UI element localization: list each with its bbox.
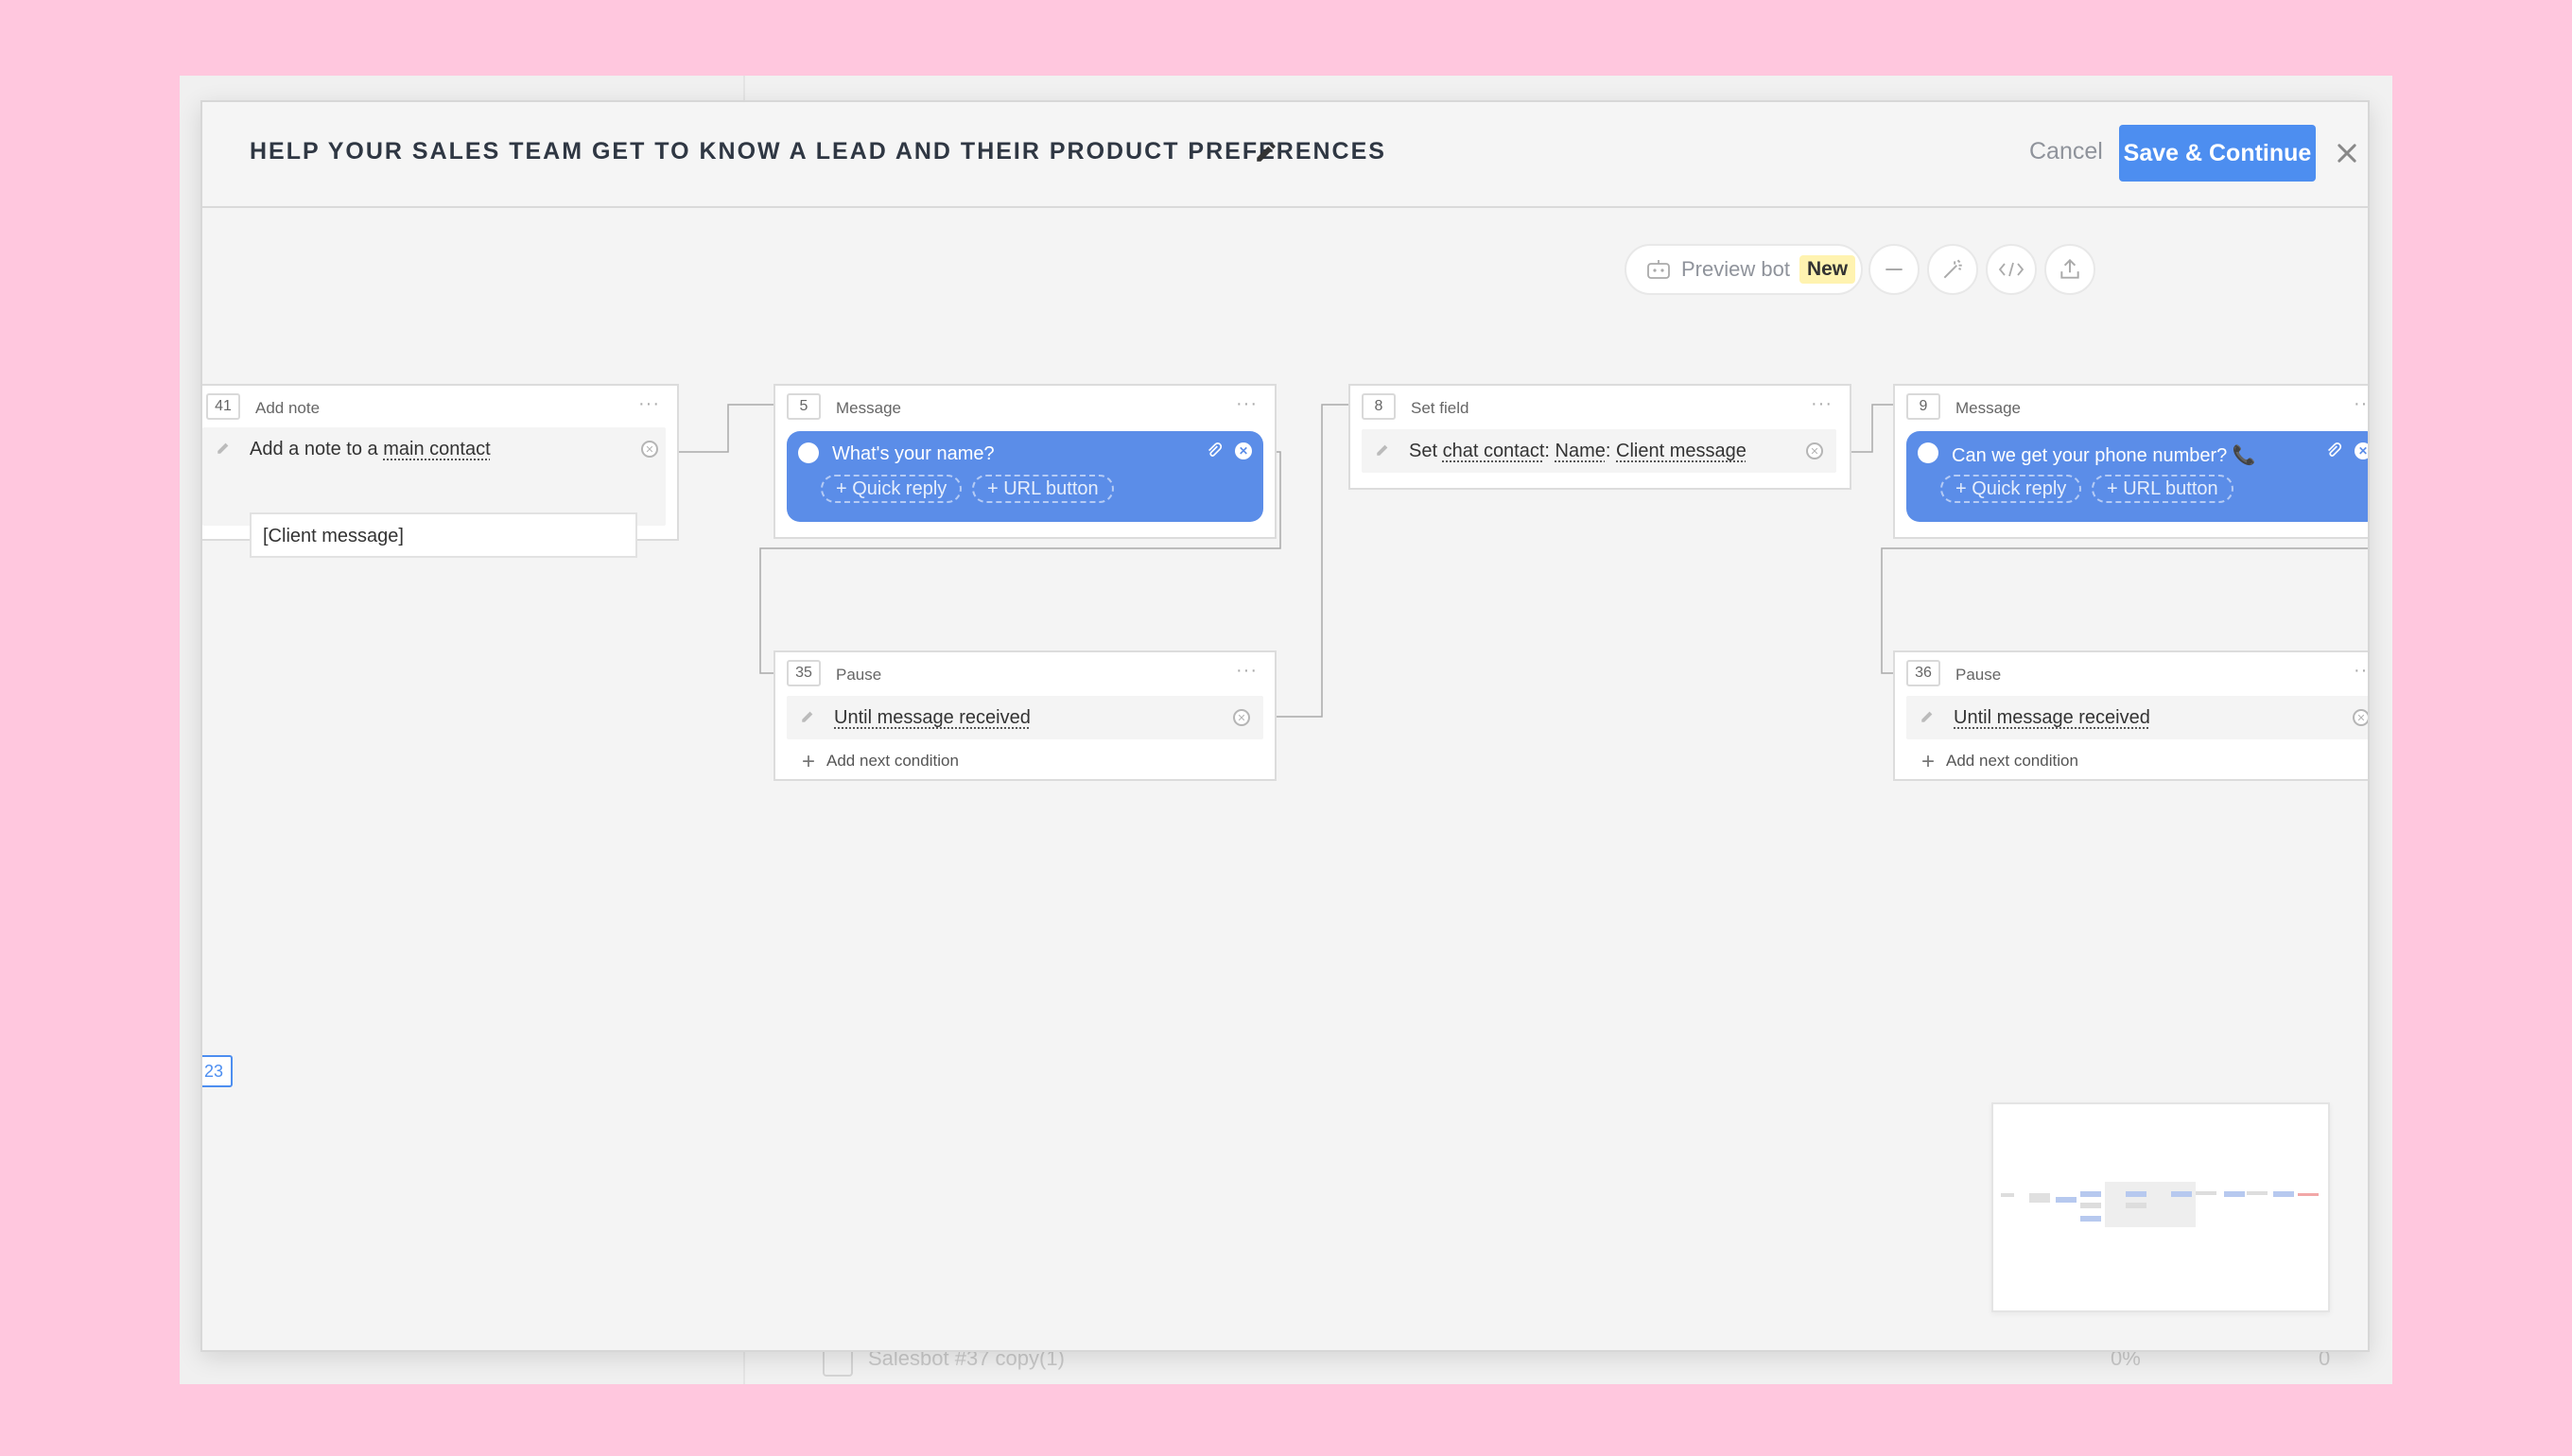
bot-avatar <box>1918 442 1938 463</box>
node-header: 36 Pause ··· <box>1895 652 2368 692</box>
add-condition-label: Add next condition <box>826 752 959 770</box>
message-text: What's your name? <box>832 443 995 464</box>
node-pause-2[interactable]: 36 Pause ··· Until message received ✕ + A… <box>1893 650 2368 781</box>
pause-condition-link[interactable]: Until message received <box>834 707 1031 729</box>
step-add-note[interactable]: Add a note to a main contact ✕ [Client m… <box>202 427 666 558</box>
node-type: Add note <box>255 399 321 417</box>
remove-step-icon[interactable]: ✕ <box>1806 442 1823 459</box>
plus-icon: + <box>802 749 816 774</box>
pencil-icon <box>1377 444 1388 456</box>
node-type: Pause <box>836 666 882 684</box>
pencil-icon <box>1921 711 1933 722</box>
separator: : <box>1544 441 1555 461</box>
node-header: 8 Set field ··· <box>1350 386 1850 425</box>
step-pause-condition[interactable]: Until message received ✕ <box>787 696 1263 739</box>
separator: : <box>1605 441 1617 461</box>
remove-step-icon[interactable]: ✕ <box>1233 709 1250 726</box>
main-contact-link[interactable]: main contact <box>383 439 490 459</box>
remove-message-icon[interactable]: ✕ <box>2355 442 2368 459</box>
node-menu-icon[interactable]: ··· <box>2354 393 2368 415</box>
bot-avatar <box>798 442 819 463</box>
minimap-viewport <box>2105 1182 2196 1227</box>
node-header: 41 Add note ··· <box>202 386 677 425</box>
node-type: Pause <box>1955 666 2002 684</box>
node-type: Message <box>1955 399 2021 417</box>
minimap-node <box>2126 1191 2146 1197</box>
url-button-button[interactable]: + URL button <box>2092 475 2233 503</box>
node-menu-icon[interactable]: ··· <box>2354 660 2368 682</box>
add-next-condition-button[interactable]: + Add next condition <box>1921 749 2078 775</box>
minimap-node <box>2298 1193 2319 1196</box>
minimap-node <box>2196 1191 2216 1195</box>
step-pause-condition[interactable]: Until message received ✕ <box>1906 696 2368 739</box>
node-header: 5 Message ··· <box>775 386 1275 425</box>
minimap-node <box>2247 1191 2268 1195</box>
remove-step-icon[interactable]: ✕ <box>2353 709 2368 726</box>
field-link[interactable]: Name <box>1555 441 1606 461</box>
node-menu-icon[interactable]: ··· <box>1236 660 1258 682</box>
node-message-phone[interactable]: 9 Message ··· Can we get your phone numb… <box>1893 384 2368 539</box>
attachment-icon[interactable] <box>2324 441 2343 461</box>
node-number: 36 <box>1906 660 1940 686</box>
minimap-node <box>2224 1191 2245 1197</box>
node-number: 9 <box>1906 393 1940 420</box>
step-text: Add a note to a main contact <box>250 439 491 460</box>
url-button-button[interactable]: + URL button <box>972 475 1114 503</box>
minimap-node <box>2080 1191 2101 1197</box>
minimap-node <box>2029 1193 2050 1203</box>
node-menu-icon[interactable]: ··· <box>1236 393 1258 415</box>
node-menu-icon[interactable]: ··· <box>1811 393 1833 415</box>
quick-reply-button[interactable]: + Quick reply <box>821 475 963 503</box>
step-prefix: Set <box>1409 441 1443 461</box>
offscreen-node-tag[interactable]: 23 <box>202 1055 233 1087</box>
add-next-condition-button[interactable]: + Add next condition <box>802 749 959 775</box>
minimap-node <box>2126 1203 2146 1208</box>
node-type: Message <box>836 399 901 417</box>
minimap-node <box>2056 1197 2077 1203</box>
add-condition-label: Add next condition <box>1946 752 2078 770</box>
bot-editor-modal: HELP YOUR SALES TEAM GET TO KNOW A LEAD … <box>200 100 2370 1352</box>
minimap-node <box>2001 1193 2014 1197</box>
minimap-node <box>2080 1203 2101 1208</box>
step-text: Set chat contact: Name: Client message <box>1409 441 1747 462</box>
node-number: 8 <box>1362 393 1396 420</box>
node-header: 9 Message ··· <box>1895 386 2368 425</box>
node-message-name[interactable]: 5 Message ··· What's your name? ✕ + Quic… <box>773 384 1277 539</box>
attachment-icon[interactable] <box>1205 441 1224 461</box>
remove-step-icon[interactable]: ✕ <box>641 441 658 458</box>
note-text-field[interactable]: [Client message] <box>250 512 637 558</box>
plus-icon: + <box>1921 749 1936 774</box>
entity-link[interactable]: chat contact <box>1443 441 1545 461</box>
minimap-node <box>2080 1216 2101 1222</box>
node-set-field[interactable]: 8 Set field ··· Set chat contact: Name: … <box>1348 384 1851 490</box>
value-link[interactable]: Client message <box>1616 441 1747 461</box>
node-number: 35 <box>787 660 821 686</box>
quick-reply-button[interactable]: + Quick reply <box>1940 475 2082 503</box>
node-header: 35 Pause ··· <box>775 652 1275 692</box>
minimap[interactable] <box>1991 1102 2330 1312</box>
step-prefix: Add a note to a <box>250 439 384 459</box>
remove-message-icon[interactable]: ✕ <box>1235 442 1252 459</box>
pause-condition-link[interactable]: Until message received <box>1954 707 2150 729</box>
message-bubble[interactable]: What's your name? ✕ + Quick reply + URL … <box>787 431 1263 522</box>
pencil-icon <box>802 711 813 722</box>
message-bubble[interactable]: Can we get your phone number? 📞 ✕ + Quic… <box>1906 431 2368 522</box>
step-set-field[interactable]: Set chat contact: Name: Client message ✕ <box>1362 429 1836 473</box>
minimap-node <box>2171 1191 2192 1197</box>
node-pause-1[interactable]: 35 Pause ··· Until message received ✕ + A… <box>773 650 1277 781</box>
node-number: 5 <box>787 393 821 420</box>
pencil-icon <box>217 442 229 454</box>
message-text: Can we get your phone number? 📞 <box>1952 445 2256 466</box>
node-menu-icon[interactable]: ··· <box>638 393 660 415</box>
node-number: 41 <box>206 393 240 420</box>
node-add-note[interactable]: 41 Add note ··· Add a note to a main con… <box>202 384 679 558</box>
node-type: Set field <box>1411 399 1469 417</box>
minimap-node <box>2273 1191 2294 1197</box>
